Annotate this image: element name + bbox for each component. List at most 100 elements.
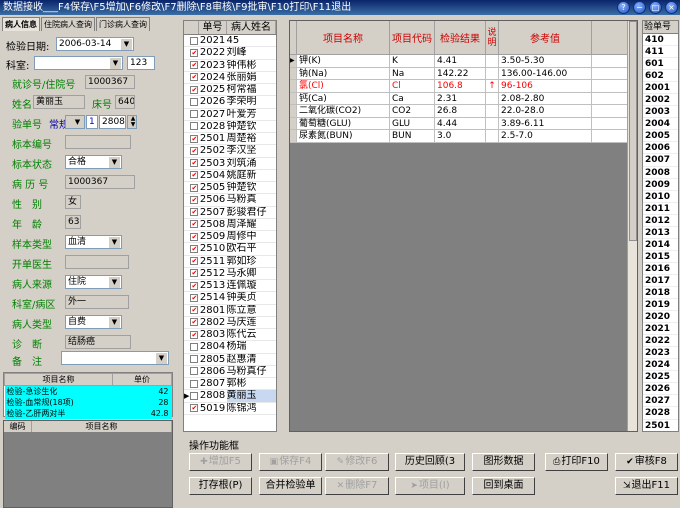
test-no-item[interactable]: 2012 (643, 215, 678, 227)
patient-checkbox[interactable]: ✔ (190, 269, 198, 277)
patient-row[interactable]: 2804杨瑞 (184, 341, 276, 353)
history-button[interactable]: 历史回顾(3 (395, 453, 465, 471)
patient-checkbox[interactable] (190, 367, 198, 375)
patient-checkbox[interactable]: ✔ (190, 86, 198, 94)
patient-checkbox[interactable]: ✔ (190, 171, 198, 179)
patient-checkbox[interactable]: ✔ (190, 208, 198, 216)
test-no-item[interactable]: 2027 (643, 395, 678, 407)
test-no-item[interactable]: 2023 (643, 347, 678, 359)
result-row[interactable]: 二氧化碳(CO2)CO226.822.0-28.0 (290, 105, 637, 118)
patient-checkbox[interactable]: ✔ (190, 147, 198, 155)
patient-checkbox[interactable] (190, 98, 198, 106)
patient-row[interactable]: ✔2023钟伟彬 (184, 60, 276, 72)
patient-row[interactable]: ✔2502李汉坚 (184, 145, 276, 157)
patient-row[interactable]: 2805赵惠清 (184, 354, 276, 366)
test-no-item[interactable]: 2003 (643, 106, 678, 118)
patient-row[interactable]: 2807郭彬 (184, 378, 276, 390)
patient-row[interactable]: ✔2022刘峰 (184, 47, 276, 59)
patient-checkbox[interactable] (190, 355, 198, 363)
tab-inpatient-query[interactable]: 住院病人查询 (41, 17, 95, 31)
patient-checkbox[interactable] (190, 37, 198, 45)
patient-row[interactable]: ✔2504姚庭新 (184, 170, 276, 182)
test-no-item[interactable]: 2024 (643, 359, 678, 371)
patient-row[interactable]: 2026李荣明 (184, 96, 276, 108)
test-no-item[interactable]: 2009 (643, 179, 678, 191)
result-value[interactable]: 2.31 (435, 93, 486, 106)
result-value[interactable]: 4.41 (435, 55, 486, 68)
test-no-field[interactable]: 2808 (99, 115, 126, 129)
exit-button[interactable]: ⇲退出F11 (615, 477, 678, 495)
patient-row[interactable]: ✔2511郭如珍 (184, 256, 276, 268)
patient-checkbox[interactable]: ✔ (190, 331, 198, 339)
item-button[interactable]: ➤项目(I) (395, 477, 465, 495)
test-no-item[interactable]: 601 (643, 58, 678, 70)
patient-row[interactable]: ✔2509周修中 (184, 231, 276, 243)
minimize-icon[interactable]: − (633, 1, 646, 14)
dept-code-field[interactable]: 123 (127, 56, 155, 70)
result-row[interactable]: 钙(Ca)Ca2.312.08-2.80 (290, 93, 637, 106)
test-no-item[interactable]: 602 (643, 70, 678, 82)
result-row[interactable]: 葡萄糖(GLU)GLU4.443.89-6.11 (290, 118, 637, 131)
patient-checkbox[interactable]: ✔ (190, 159, 198, 167)
patient-checkbox[interactable] (190, 110, 198, 118)
test-no-item[interactable]: 2008 (643, 167, 678, 179)
patient-checkbox[interactable]: ✔ (190, 73, 198, 81)
result-row[interactable]: 尿素氮(BUN)BUN3.02.5-7.0 (290, 130, 637, 143)
test-no-item[interactable]: 2019 (643, 299, 678, 311)
patient-row[interactable]: 2027叶爱芳 (184, 109, 276, 121)
patient-row[interactable]: ✔2503刘筑涌 (184, 158, 276, 170)
tab-outpatient-query[interactable]: 门诊病人查询 (96, 17, 150, 31)
test-no-spinner[interactable]: ▲▼ (127, 115, 137, 129)
result-row[interactable]: 钠(Na)Na142.22136.00-146.00 (290, 68, 637, 81)
result-row[interactable]: 氯(Cl)Cl106.8↑96-106 (290, 80, 637, 93)
source-select[interactable]: 住院 (65, 275, 122, 289)
patient-row[interactable]: ✔5019陈锦鸿 (184, 403, 276, 415)
test-no-item[interactable]: 2007 (643, 154, 678, 166)
patient-checkbox[interactable]: ✔ (190, 184, 198, 192)
test-no-item[interactable]: 2020 (643, 311, 678, 323)
patient-type-select[interactable]: 自费 (65, 315, 122, 329)
patient-row[interactable]: ✔2510欧石平 (184, 243, 276, 255)
test-no-item[interactable]: 2016 (643, 263, 678, 275)
patient-checkbox[interactable]: ✔ (190, 220, 198, 228)
patient-row[interactable]: 2806马粉真仔 (184, 366, 276, 378)
fee-row[interactable]: 检验-血常规(18项) 28 (5, 397, 172, 408)
result-value[interactable]: 106.8 (435, 80, 486, 93)
result-value[interactable]: 26.8 (435, 105, 486, 118)
test-no-item[interactable]: 2015 (643, 251, 678, 263)
add-button[interactable]: ✚增加F5 (189, 453, 252, 471)
test-no-item[interactable]: 2010 (643, 191, 678, 203)
patient-row[interactable]: 2028钟楚钦 (184, 121, 276, 133)
patient-checkbox[interactable]: ✔ (190, 257, 198, 265)
test-no-item[interactable]: 410 (643, 34, 678, 46)
audit-button[interactable]: ✔审核F8 (615, 453, 678, 471)
test-no-item[interactable]: 2005 (643, 130, 678, 142)
test-flag-field[interactable]: 1 (86, 115, 98, 129)
result-value[interactable]: 4.44 (435, 118, 486, 131)
patient-row[interactable]: ✔2506马粉真 (184, 194, 276, 206)
test-no-item[interactable]: 2006 (643, 142, 678, 154)
test-no-item[interactable]: 2001 (643, 82, 678, 94)
test-no-item[interactable]: 2028 (643, 407, 678, 419)
patient-row[interactable]: ✔2801陈立意 (184, 305, 276, 317)
patient-row[interactable]: ✔2024张丽娟 (184, 72, 276, 84)
patient-checkbox[interactable]: ✔ (190, 306, 198, 314)
scrollbar-thumb[interactable] (629, 21, 637, 241)
modify-button[interactable]: ✎修改F6 (325, 453, 389, 471)
help-icon[interactable]: ? (617, 1, 630, 14)
test-no-item[interactable]: 2501 (643, 420, 678, 432)
test-no-item[interactable]: 2014 (643, 239, 678, 251)
fee-row[interactable]: 检验-急诊生化 42 (5, 386, 172, 398)
desktop-button[interactable]: 回到桌面 (472, 477, 535, 495)
patient-checkbox[interactable] (190, 380, 198, 388)
close-icon[interactable]: × (665, 1, 678, 14)
patient-checkbox[interactable] (190, 392, 198, 400)
test-no-item[interactable]: 2022 (643, 335, 678, 347)
test-no-item[interactable]: 2025 (643, 371, 678, 383)
patient-row[interactable]: ✔2513连佩璇 (184, 280, 276, 292)
patient-checkbox[interactable]: ✔ (190, 196, 198, 204)
dept-select[interactable] (34, 56, 123, 70)
patient-checkbox[interactable]: ✔ (190, 282, 198, 290)
patient-row[interactable]: ✔2025柯常福 (184, 84, 276, 96)
patient-checkbox[interactable] (190, 343, 198, 351)
